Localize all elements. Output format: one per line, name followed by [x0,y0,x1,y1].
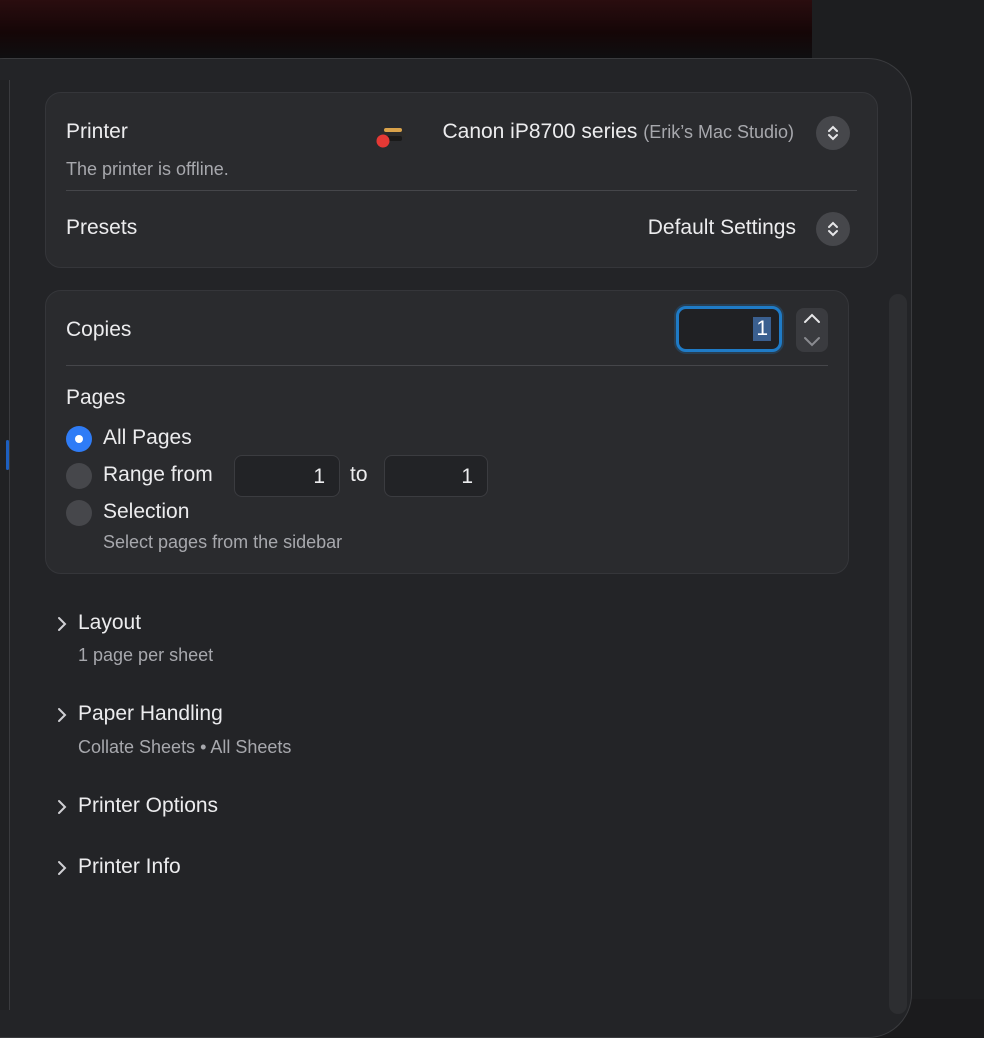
printer-label: Printer [66,120,128,143]
copies-input[interactable]: 1 [676,306,782,352]
range-to-input[interactable]: 1 [384,455,488,497]
sidebar-selection-indicator [6,440,9,470]
range-to-label: to [350,463,368,486]
stepper-down-icon[interactable] [802,334,822,348]
range-from-value: 1 [313,465,325,488]
presets-select[interactable]: Default Settings [600,210,852,250]
preview-sidebar-edge [0,80,10,1010]
copies-value: 1 [753,317,771,341]
range-to-value: 1 [461,465,473,488]
offline-status-dot [376,134,390,148]
section-layout-summary: 1 page per sheet [78,645,214,665]
background-window [0,0,812,60]
section-paper-handling-summary: Collate Sheets • All Sheets [78,737,292,757]
pages-label: Pages [66,386,126,409]
printer-host: (Erik’s Mac Studio) [643,122,794,142]
section-layout-title[interactable]: Layout [78,611,141,635]
chevron-right-icon[interactable] [55,614,69,634]
printer-name: Canon iP8700 series [442,120,638,143]
range-from-input[interactable]: 1 [234,455,340,497]
printer-popup-chevrons-icon [816,116,850,150]
copies-stepper[interactable] [796,308,828,352]
printer-status: The printer is offline. [66,159,229,179]
presets-value: Default Settings [647,216,796,239]
copies-divider [66,365,828,366]
stepper-up-icon[interactable] [802,312,822,326]
section-paper-handling-title[interactable]: Paper Handling [78,702,223,726]
radio-range-label[interactable]: Range from [103,463,213,487]
printer-icon [376,128,406,148]
scrollbar[interactable] [889,294,907,1014]
selection-hint: Select pages from the sidebar [103,532,343,552]
presets-popup-chevrons-icon [816,212,850,246]
radio-all-pages-button[interactable] [66,426,92,452]
chevron-right-icon[interactable] [55,858,69,878]
printer-divider [66,190,857,191]
section-printer-options-title[interactable]: Printer Options [78,794,218,818]
chevron-right-icon[interactable] [55,705,69,725]
printer-select[interactable]: Canon iP8700 series (Erik’s Mac Studio) [372,114,852,154]
radio-all-pages-label[interactable]: All Pages [103,426,192,450]
chevron-right-icon[interactable] [55,797,69,817]
radio-selection-label[interactable]: Selection [103,500,189,524]
presets-label: Presets [66,216,138,239]
radio-range-button[interactable] [66,463,92,489]
copies-label: Copies [66,318,132,341]
section-printer-info-title[interactable]: Printer Info [78,855,181,879]
radio-selection-button[interactable] [66,500,92,526]
